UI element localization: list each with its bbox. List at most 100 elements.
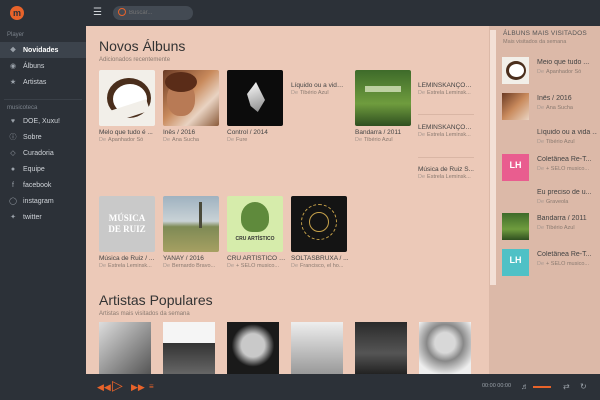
player-bar: ◀◀ ▷ ▶▶ ≡ 00:00 00:00 ♬ ⇄ ↻	[0, 374, 600, 400]
panel-subtitle: Mais visitados da semana	[503, 39, 567, 45]
album-card[interactable]: MÚSICA DE RUIZ Música de Ruiz / ... De Es…	[99, 196, 155, 269]
album-artist: De Tibério Azul	[291, 90, 329, 96]
heart-icon: ♥	[10, 117, 16, 125]
repeat-icon[interactable]: ↻	[580, 379, 587, 395]
item-title: Eu preciso de u...	[537, 189, 592, 196]
page-title: Novos Álbuns	[99, 38, 186, 54]
facebook-icon: f	[12, 181, 14, 189]
album-title: Control / 2014	[227, 129, 268, 136]
logo[interactable]: m	[10, 6, 24, 20]
album-artist: De Bernardo Bravo...	[163, 263, 216, 269]
album-title: Líquido ou a vida ...	[291, 82, 347, 89]
shuffle-icon[interactable]: ⇄	[563, 379, 570, 395]
most-visited-item[interactable]: Meio que tudo ... De Apanhador Só	[502, 57, 598, 85]
album-artist: De Ana Sucha	[163, 137, 199, 143]
scrollbar-thumb[interactable]	[490, 30, 496, 285]
sidebar-item-label: instagram	[23, 197, 54, 205]
album-card[interactable]: LEMINSKANÇÕES ... DeEstrela Leminsk...	[418, 82, 474, 96]
scrollbar[interactable]	[489, 26, 497, 374]
sidebar-item-albuns[interactable]: ◉ Álbuns	[0, 58, 86, 74]
album-title: LEMINSKANÇÕES ...	[418, 82, 474, 89]
most-visited-item[interactable]: LH Coletânea Re-T... De + SELO musico...	[502, 154, 598, 182]
play-icon[interactable]: ▷	[112, 377, 123, 393]
previous-icon[interactable]: ◀◀	[97, 379, 111, 395]
sidebar-item-facebook[interactable]: f facebook	[0, 177, 86, 193]
disc-icon: ◉	[9, 63, 17, 70]
most-visited-panel: ÁLBUNS MAIS VISITADOS Mais visitados da …	[497, 26, 600, 374]
album-card[interactable]: Música de Ruiz S... De Estrela Leminsk...	[418, 166, 474, 180]
artist-photo-2[interactable]	[163, 322, 215, 374]
volume-icon[interactable]: ♬	[521, 379, 529, 395]
item-title: Meio que tudo ...	[537, 59, 590, 66]
sidebar-item-label: Curadoria	[23, 149, 54, 157]
sidebar-item-sobre[interactable]: ⓘ Sobre	[0, 129, 86, 145]
search-icon	[118, 8, 126, 16]
sidebar-item-instagram[interactable]: ◯ instagram	[0, 193, 86, 209]
volume-slider[interactable]	[533, 386, 551, 388]
twitter-icon: ✦	[10, 214, 16, 221]
item-title: Bandarra / 2011	[537, 215, 587, 222]
album-card[interactable]: SOLTASBRUXA / ... De Francisco, el ho...	[291, 196, 349, 269]
album-card[interactable]: LEMINSKANÇÕES ... DeEstrela Leminsk...	[418, 124, 474, 138]
album-artist: De + SELO musico...	[227, 263, 279, 269]
menu-icon[interactable]: ☰	[93, 6, 102, 20]
sidebar-item-label: Equipe	[23, 165, 45, 173]
artist-photo-1[interactable]	[99, 322, 151, 374]
album-artist: De Estrela Leminsk...	[99, 263, 152, 269]
lh-cover: LH	[502, 249, 529, 276]
item-artist: De Tibério Azul	[537, 225, 575, 231]
sidebar-item-equipe[interactable]: ● Equipe	[0, 161, 86, 177]
sidebar-item-label: facebook	[23, 181, 52, 189]
coconut-cover	[99, 70, 155, 126]
album-card[interactable]: Control / 2014 De Fure	[227, 70, 283, 143]
sidebar-item-artistas[interactable]: ★ Artistas	[0, 74, 86, 90]
sidebar-item-novidades[interactable]: ❖ Novidades	[0, 42, 86, 58]
album-card[interactable]: YANAY / 2016 De Bernardo Bravo...	[163, 196, 219, 269]
lettuce-cover: CRU ARTÍSTICO	[227, 196, 283, 252]
main-content: Novos Álbuns Adicionados recentemente Me…	[86, 26, 489, 374]
album-card[interactable]: Melo que tudo é ... De Apanhador Só	[99, 70, 155, 143]
album-card[interactable]: Inês / 2016 De Ana Sucha	[163, 70, 219, 143]
time-display: 00:00 00:00	[482, 383, 512, 389]
sidebar-item-curadoria[interactable]: ◇ Curadoria	[0, 145, 86, 161]
green-cover	[355, 70, 411, 126]
divider	[418, 157, 474, 158]
artist-photo-4[interactable]	[291, 322, 343, 374]
portrait-cover	[502, 93, 529, 120]
most-visited-item[interactable]: Inês / 2016 De Ana Sucha	[502, 93, 598, 121]
album-card[interactable]: CRU ARTÍSTICO CRU ARTÍSTICO / ... De + SE…	[227, 196, 287, 269]
team-icon: ●	[10, 165, 16, 173]
next-icon[interactable]: ▶▶	[131, 379, 145, 395]
album-artist: De Fure	[227, 137, 248, 143]
green-cover	[502, 213, 529, 240]
album-title: Música de Ruiz / ...	[99, 255, 155, 262]
album-title: YANAY / 2016	[163, 255, 204, 262]
panel-title: ÁLBUNS MAIS VISITADOS	[503, 30, 587, 37]
item-title: Coletânea Re-T...	[537, 251, 592, 258]
search-input[interactable]	[129, 6, 189, 20]
sidebar-item-twitter[interactable]: ✦ twitter	[0, 209, 86, 225]
artist-photo-3[interactable]	[227, 322, 279, 374]
instagram-icon: ◯	[9, 198, 17, 205]
album-artist: De Francisco, el ho...	[291, 263, 344, 269]
item-artist: De + SELO musico...	[537, 166, 589, 172]
album-title: CRU ARTÍSTICO / ...	[227, 255, 287, 262]
most-visited-item[interactable]: LH Coletânea Re-T... De + SELO musico...	[502, 249, 598, 277]
album-card[interactable]: Líquido ou a vida ... De Tibério Azul	[291, 82, 347, 96]
sidebar-item-label: Álbuns	[23, 62, 45, 70]
most-visited-item[interactable]: Bandarra / 2011 De Tibério Azul	[502, 213, 598, 241]
album-title: Inês / 2016	[163, 129, 196, 136]
album-title: Bandarra / 2011	[355, 129, 402, 136]
section-subtitle: Adicionados recentemente	[99, 57, 171, 63]
playlist-icon[interactable]: ≡	[149, 379, 154, 395]
sidebar-item-doe[interactable]: ♥ DOE, Xuxu!	[0, 113, 86, 129]
most-visited-item[interactable]: Líquido ou a vida ... De Tibério Azul	[502, 127, 598, 155]
most-visited-item[interactable]: Eu preciso de u... De Graveola	[502, 187, 598, 215]
sidebar-item-label: DOE, Xuxu!	[23, 117, 60, 125]
search-bar[interactable]	[113, 6, 193, 20]
album-card[interactable]: Bandarra / 2011 De Tibério Azul	[355, 70, 411, 143]
item-artist: De Tibério Azul	[537, 139, 575, 145]
artist-photo-6[interactable]	[419, 322, 471, 374]
artist-photo-5[interactable]	[355, 322, 407, 374]
divider	[418, 114, 474, 115]
